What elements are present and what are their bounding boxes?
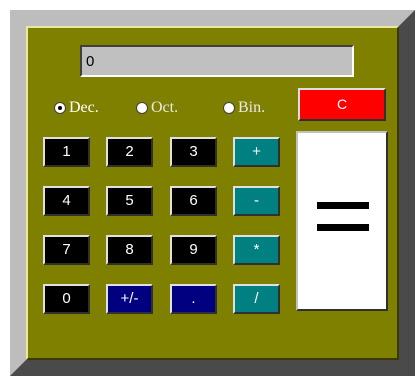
digit-7-button[interactable]: 7 [43, 235, 90, 265]
subtract-button[interactable]: - [233, 186, 280, 216]
digit-0-button[interactable]: 0 [43, 284, 90, 314]
radio-dec-button[interactable] [54, 102, 66, 114]
decimal-button[interactable]: . [170, 284, 217, 314]
equals-icon-bottom-bar [317, 224, 369, 231]
radio-bin-button[interactable] [223, 102, 235, 114]
display-field[interactable] [80, 45, 354, 77]
digit-5-button[interactable]: 5 [106, 186, 153, 216]
clear-button[interactable]: C [298, 88, 386, 121]
radio-oct-button[interactable] [136, 102, 148, 114]
equals-button[interactable] [296, 131, 388, 311]
digit-9-button[interactable]: 9 [170, 235, 217, 265]
add-button[interactable]: + [233, 137, 280, 167]
digit-1-button[interactable]: 1 [43, 137, 90, 167]
digit-3-button[interactable]: 3 [170, 137, 217, 167]
digit-2-button[interactable]: 2 [106, 137, 153, 167]
radio-oct-label: Oct. [151, 99, 179, 116]
radio-dec-label: Dec. [69, 99, 99, 116]
digit-4-button[interactable]: 4 [43, 186, 90, 216]
digit-6-button[interactable]: 6 [170, 186, 217, 216]
multiply-button[interactable]: * [233, 235, 280, 265]
radio-bin[interactable]: Bin. [223, 97, 265, 119]
digit-8-button[interactable]: 8 [106, 235, 153, 265]
radio-oct[interactable]: Oct. [136, 97, 178, 119]
divide-button[interactable]: / [233, 284, 280, 314]
equals-icon-top-bar [317, 202, 369, 209]
radio-dec[interactable]: Dec. [54, 97, 99, 119]
sign-toggle-button[interactable]: +/- [106, 284, 153, 314]
radio-bin-label: Bin. [238, 99, 266, 116]
